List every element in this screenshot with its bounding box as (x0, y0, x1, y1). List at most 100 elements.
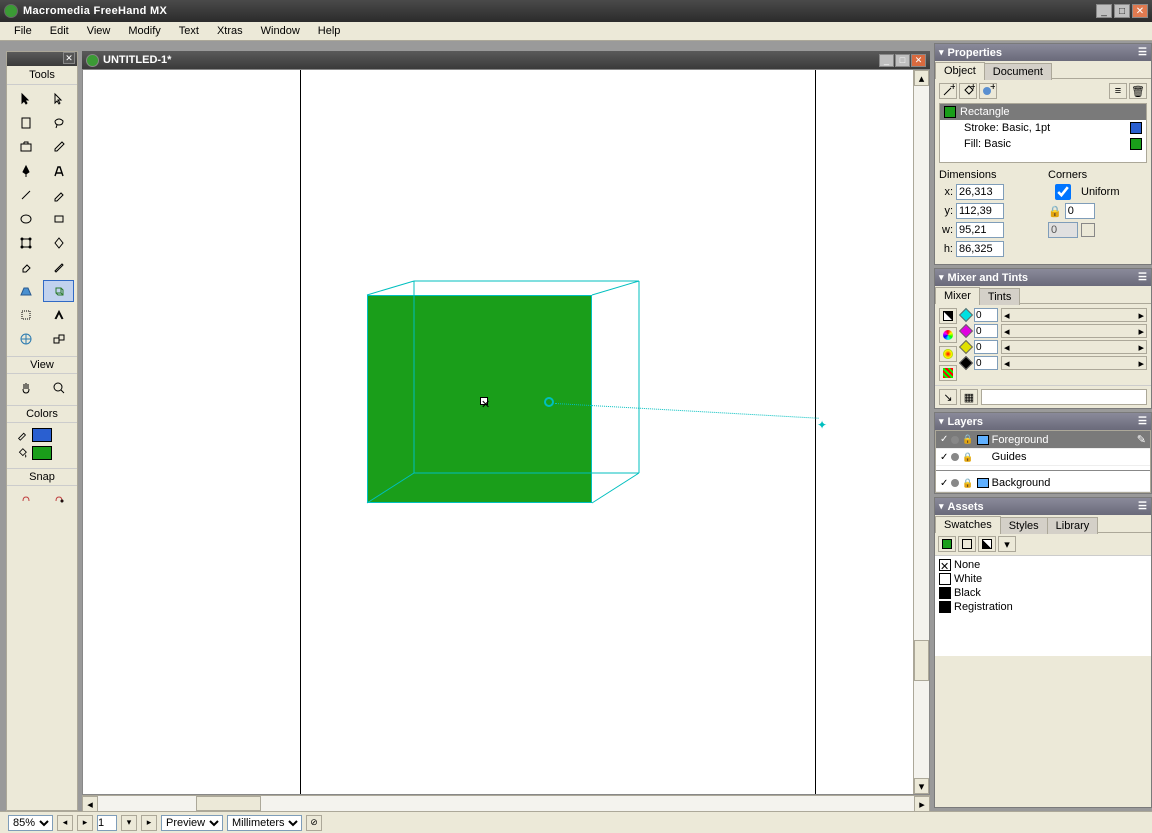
menu-view[interactable]: View (78, 23, 120, 39)
h-input[interactable] (956, 241, 1004, 257)
object-tree[interactable]: Rectangle Stroke: Basic, 1pt Fill: Basic (939, 103, 1147, 163)
scrollbar-vertical[interactable]: ▴ ▾ (913, 70, 929, 794)
page-tool[interactable] (10, 112, 41, 134)
hand-tool[interactable] (10, 377, 41, 399)
next-page-button[interactable]: ▸ (77, 815, 93, 831)
units-select[interactable]: Millimeters (227, 815, 302, 831)
output-tool[interactable] (10, 136, 41, 158)
doc-minimize-button[interactable]: _ (879, 54, 894, 67)
ellipse-tool[interactable] (10, 208, 41, 230)
scroll-thumb-v[interactable] (914, 640, 929, 682)
swatch-view-fill[interactable] (938, 536, 956, 552)
layers-header[interactable]: ▾Layers☰ (935, 413, 1151, 430)
fill-color-swatch[interactable] (32, 446, 52, 460)
tab-library[interactable]: Library (1047, 517, 1099, 534)
menu-file[interactable]: File (5, 23, 41, 39)
scale-tool[interactable] (43, 232, 74, 254)
knife-tool[interactable] (43, 256, 74, 278)
uniform-checkbox[interactable] (1048, 184, 1078, 200)
rotation-handle[interactable] (544, 397, 554, 407)
maximize-button[interactable]: □ (1114, 4, 1130, 18)
menu-help[interactable]: Help (309, 23, 350, 39)
tab-swatches[interactable]: Swatches (935, 516, 1001, 533)
add-fill-button[interactable]: + (959, 83, 977, 99)
add-stroke-button[interactable]: + (939, 83, 957, 99)
swatch-menu-button[interactable]: ▾ (998, 536, 1016, 552)
properties-header[interactable]: ▾Properties☰ (935, 44, 1151, 61)
mixer-extra-button[interactable]: ▦ (960, 389, 978, 405)
swatch-view-stroke[interactable] (958, 536, 976, 552)
scroll-up-icon[interactable]: ▴ (914, 70, 929, 86)
stroke-swatch[interactable] (1130, 122, 1142, 134)
tab-tints[interactable]: Tints (979, 288, 1020, 305)
collapse-icon[interactable]: ▾ (939, 501, 944, 512)
color-well[interactable] (981, 389, 1147, 405)
black-slider[interactable]: ◂▸ (1001, 356, 1147, 370)
layer-foreground[interactable]: ✓🔒Foreground✎ (936, 431, 1150, 449)
add-to-swatches-button[interactable]: ↘ (939, 389, 957, 405)
add-effect-button[interactable]: + (979, 83, 997, 99)
page-input[interactable] (97, 815, 117, 831)
panel-options-icon[interactable]: ☰ (1138, 416, 1147, 427)
prev-page-button[interactable]: ◂ (57, 815, 73, 831)
cyan-input[interactable] (974, 308, 998, 322)
scroll-down-icon[interactable]: ▾ (914, 778, 929, 794)
tree-fill[interactable]: Fill: Basic (940, 136, 1146, 152)
close-icon[interactable]: ✕ (63, 52, 75, 64)
yellow-input[interactable] (974, 340, 998, 354)
zoom-select[interactable]: 85% (8, 815, 53, 831)
line-tool[interactable] (10, 184, 41, 206)
tree-rectangle[interactable]: Rectangle (940, 104, 1146, 120)
scroll-thumb-h[interactable] (196, 796, 261, 811)
menu-text[interactable]: Text (170, 23, 208, 39)
snap-object-tool[interactable] (10, 489, 41, 511)
vanishing-point[interactable]: ✦ (817, 418, 827, 432)
swatch-white[interactable]: White (939, 572, 1147, 586)
3drotation-tool[interactable] (43, 280, 74, 302)
snap-point-tool[interactable] (43, 489, 74, 511)
menu-xtras[interactable]: Xtras (208, 23, 252, 39)
color-mode-2[interactable] (939, 327, 957, 343)
menu-edit[interactable]: Edit (41, 23, 78, 39)
status-info-button[interactable]: ⊘ (306, 815, 322, 831)
corner-type-icon[interactable] (1081, 223, 1095, 237)
zoom-tool[interactable] (43, 377, 74, 399)
mode-select[interactable]: Preview (161, 815, 223, 831)
panel-options-icon[interactable]: ☰ (1138, 272, 1147, 283)
delete-button[interactable]: 🗑 (1129, 83, 1147, 99)
y-input[interactable] (956, 203, 1004, 219)
minimize-button[interactable]: _ (1096, 4, 1112, 18)
x-input[interactable] (956, 184, 1004, 200)
fill-swatch[interactable] (1130, 138, 1142, 150)
cyan-slider[interactable]: ◂▸ (1001, 308, 1147, 322)
tab-object[interactable]: Object (935, 62, 985, 79)
scroll-right-icon[interactable]: ▸ (914, 796, 930, 812)
color-mode-1[interactable] (939, 308, 957, 324)
black-input[interactable] (974, 356, 998, 370)
page-flyout-button[interactable]: ▾ (121, 815, 137, 831)
pen-tool[interactable] (10, 160, 41, 182)
tab-styles[interactable]: Styles (1000, 517, 1048, 534)
yellow-slider[interactable]: ◂▸ (1001, 340, 1147, 354)
swatch-view-both[interactable] (978, 536, 996, 552)
blend-tool[interactable] (43, 304, 74, 326)
collapse-icon[interactable]: ▾ (939, 272, 944, 283)
reorder-button[interactable]: ≡ (1109, 83, 1127, 99)
text-tool[interactable] (43, 160, 74, 182)
scrollbar-horizontal[interactable]: ◂ ▸ (82, 795, 930, 811)
doc-maximize-button[interactable]: □ (895, 54, 910, 67)
scroll-left-icon[interactable]: ◂ (82, 796, 98, 812)
tab-mixer[interactable]: Mixer (935, 287, 980, 304)
magenta-input[interactable] (974, 324, 998, 338)
panel-options-icon[interactable]: ☰ (1138, 501, 1147, 512)
swatches-list[interactable]: ✕None White Black Registration (935, 556, 1151, 656)
canvas[interactable]: ✕ ✦ ▴ ▾ (82, 69, 930, 795)
eyedropper-tool[interactable] (43, 136, 74, 158)
lasso-tool[interactable] (43, 112, 74, 134)
corner1-input[interactable] (1065, 203, 1095, 219)
mixer-header[interactable]: ▾Mixer and Tints☰ (935, 269, 1151, 286)
color-mode-4[interactable] (939, 365, 957, 381)
w-input[interactable] (956, 222, 1004, 238)
connector-tool[interactable] (10, 328, 41, 350)
collapse-icon[interactable]: ▾ (939, 416, 944, 427)
